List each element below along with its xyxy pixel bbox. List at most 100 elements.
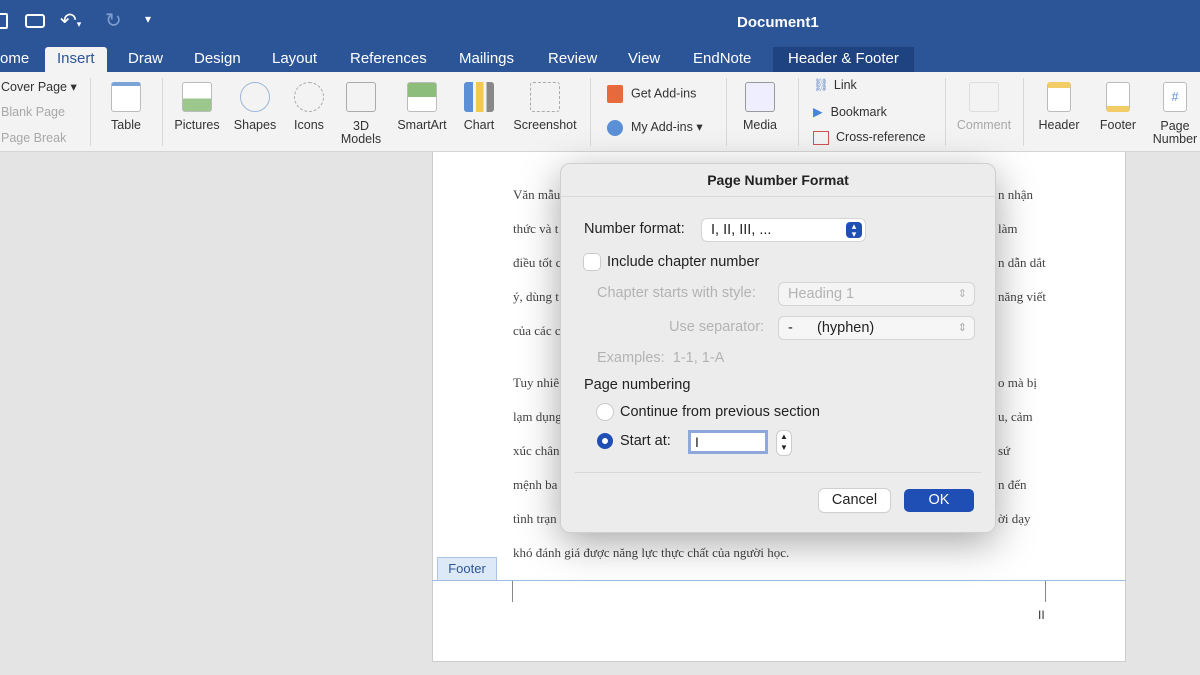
bookmark-label: Bookmark xyxy=(830,105,887,119)
number-format-select[interactable]: I, II, III, ... ▴ ▾ xyxy=(702,219,865,241)
select-arrows-icon: ⇕ xyxy=(957,322,967,334)
chart-button[interactable]: Chart xyxy=(457,82,501,132)
start-at-label: Start at: xyxy=(620,433,671,449)
margin-corner xyxy=(495,580,513,602)
media-button[interactable]: Media xyxy=(735,82,785,132)
divider xyxy=(162,78,163,146)
pictures-label: Pictures xyxy=(174,118,220,132)
save-icon[interactable] xyxy=(0,13,8,29)
page-numbering-label: Page numbering xyxy=(584,377,691,393)
ribbon-tabs: ome Insert Draw Design Layout References… xyxy=(0,44,1200,72)
document-line: sứ xyxy=(998,443,1011,458)
number-format-value: I, II, III, ... xyxy=(711,222,772,238)
smartart-button[interactable]: SmartArt xyxy=(392,82,452,132)
chapter-style-select[interactable]: Heading 1 ⇕ xyxy=(779,283,974,305)
continue-label: Continue from previous section xyxy=(620,404,820,420)
my-addins-label: My Add-ins xyxy=(631,120,693,134)
header-label: Header xyxy=(1038,118,1080,132)
divider xyxy=(561,196,995,197)
start-at-value: I xyxy=(695,434,699,450)
document-line: năng viết xyxy=(998,289,1047,304)
page-number-format-dialog: Page Number Format Number format: I, II,… xyxy=(560,163,996,533)
separator-select[interactable]: - (hyphen) ⇕ xyxy=(779,317,974,339)
start-at-radio[interactable] xyxy=(597,433,613,449)
cross-reference-button[interactable]: Cross-reference xyxy=(813,130,926,145)
blank-page-button[interactable]: Blank Page xyxy=(1,105,65,119)
tab-endnote[interactable]: EndNote xyxy=(681,47,763,72)
start-at-input[interactable]: I xyxy=(688,430,768,454)
footer-icon xyxy=(1106,82,1130,112)
tab-home[interactable]: ome xyxy=(0,47,41,72)
footer-button[interactable]: Footer xyxy=(1092,82,1144,132)
tab-design[interactable]: Design xyxy=(182,47,253,72)
page-break-button[interactable]: Page Break xyxy=(1,131,66,145)
cross-reference-icon xyxy=(813,130,829,145)
tab-header-footer[interactable]: Header & Footer xyxy=(773,47,914,72)
tab-insert[interactable]: Insert xyxy=(45,47,107,72)
icons-button[interactable]: Icons xyxy=(287,82,331,132)
cross-reference-label: Cross-reference xyxy=(836,130,926,144)
include-chapter-checkbox[interactable] xyxy=(584,254,600,270)
cancel-button[interactable]: Cancel xyxy=(819,489,890,512)
document-line: Văn mẫu xyxy=(513,187,561,202)
comment-label: Comment xyxy=(956,118,1012,132)
shapes-icon xyxy=(240,82,270,112)
screenshot-button[interactable]: Screenshot xyxy=(508,82,582,132)
tab-view[interactable]: View xyxy=(616,47,672,72)
examples-label: Examples: 1-1, 1-A xyxy=(597,350,724,366)
comment-button[interactable]: Comment xyxy=(953,82,1015,132)
document-line: làm xyxy=(998,221,1018,236)
divider xyxy=(1023,78,1024,146)
footer-tab[interactable]: Footer xyxy=(437,557,497,581)
bookmark-icon: ▶ xyxy=(813,105,823,119)
document-line: điều tốt c xyxy=(513,255,562,270)
document-line: u, cảm xyxy=(998,409,1033,424)
chapter-style-value: Heading 1 xyxy=(788,286,855,302)
3d-models-button[interactable]: 3D Models xyxy=(336,82,386,146)
number-format-label: Number format: xyxy=(584,221,685,237)
tab-layout[interactable]: Layout xyxy=(260,47,329,72)
document-line: n đến xyxy=(998,477,1027,492)
document-line: tình trạn xyxy=(513,511,557,526)
get-addins-button[interactable]: Get Add-ins xyxy=(607,85,696,103)
divider xyxy=(726,78,727,146)
start-at-stepper[interactable]: ▲ ▼ xyxy=(777,431,791,455)
pictures-icon xyxy=(182,82,212,112)
divider xyxy=(945,78,946,146)
header-button[interactable]: Header xyxy=(1033,82,1085,132)
ribbon: Cover Page ▾ Blank Page Page Break Table… xyxy=(0,72,1200,152)
document-line: ời dạy xyxy=(998,511,1031,526)
link-button[interactable]: ⛓ Link xyxy=(813,78,857,93)
footer-boundary xyxy=(432,580,1126,581)
undo-icon[interactable]: ↶▾ xyxy=(60,8,81,33)
3d-models-label: 3D Models xyxy=(340,119,382,146)
customize-toolbar-icon[interactable]: ▾ xyxy=(145,12,151,26)
addins-icon xyxy=(607,119,623,136)
document-line: mệnh ba xyxy=(513,477,558,492)
select-arrows-icon: ▴ ▾ xyxy=(846,222,862,239)
icons-icon xyxy=(294,82,324,112)
header-icon xyxy=(1047,82,1071,112)
ok-button[interactable]: OK xyxy=(904,489,974,512)
tab-mailings[interactable]: Mailings xyxy=(447,47,526,72)
separator-label: Use separator: xyxy=(669,319,765,335)
redo-icon[interactable]: ↻ xyxy=(105,8,122,33)
table-button[interactable]: Table xyxy=(100,82,152,132)
shapes-button[interactable]: Shapes xyxy=(230,82,280,132)
table-label: Table xyxy=(111,118,141,132)
document-line: n dẫn dắt xyxy=(998,255,1046,270)
pictures-button[interactable]: Pictures xyxy=(170,82,224,132)
tab-review[interactable]: Review xyxy=(536,47,609,72)
my-addins-button[interactable]: My Add-ins ▾ xyxy=(607,119,703,136)
media-icon xyxy=(745,82,775,112)
page-number-button[interactable]: # Page Number xyxy=(1150,82,1200,146)
continue-radio[interactable] xyxy=(597,404,613,420)
bookmark-button[interactable]: ▶ Bookmark xyxy=(813,104,887,119)
tab-references[interactable]: References xyxy=(338,47,439,72)
screenshot-icon xyxy=(530,82,560,112)
cover-page-button[interactable]: Cover Page ▾ xyxy=(1,79,77,94)
divider xyxy=(590,78,591,146)
chapter-style-label: Chapter starts with style: xyxy=(597,285,756,301)
tab-draw[interactable]: Draw xyxy=(116,47,175,72)
print-icon[interactable] xyxy=(25,14,45,28)
